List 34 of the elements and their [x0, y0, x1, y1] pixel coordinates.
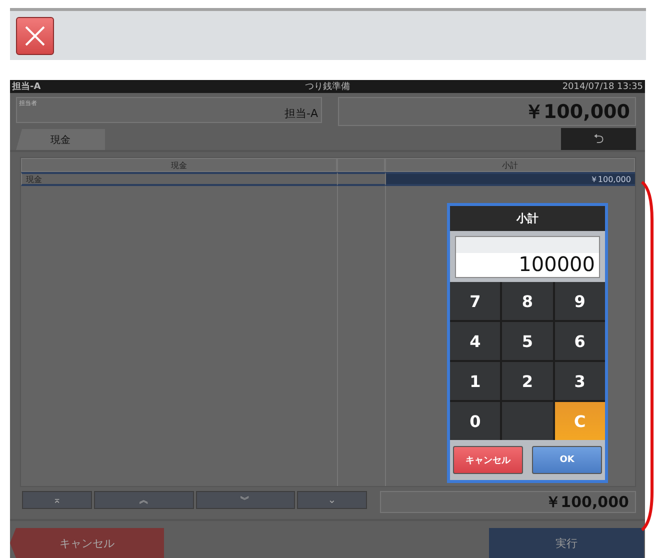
staff-name: 担当-A — [12, 80, 41, 93]
digit-key[interactable]: 4 — [450, 322, 500, 360]
screen-title: つり銭準備 — [305, 80, 350, 93]
cancel-button[interactable]: キャンセル — [453, 446, 523, 474]
table-cell[interactable] — [337, 172, 385, 186]
keypad-display: 100000 — [455, 236, 600, 278]
digit-key[interactable]: 5 — [502, 322, 553, 360]
digit-key[interactable]: 8 — [502, 282, 553, 320]
cancel-button[interactable]: キャンセル — [10, 528, 164, 558]
dialog-title: 小計 — [450, 206, 605, 231]
digit-key[interactable]: 2 — [502, 362, 553, 400]
digit-key[interactable]: 0 — [450, 402, 500, 440]
table-cell[interactable]: ￥100,000 — [385, 172, 635, 186]
footer-total: ￥100,000 — [380, 491, 636, 513]
tab[interactable]: 現金 — [16, 129, 105, 150]
close-button[interactable] — [16, 16, 54, 54]
column-header: 現金 — [21, 158, 337, 172]
field-value: 担当-A — [284, 106, 318, 121]
scroll-button[interactable]: ︽ — [94, 491, 194, 509]
back-button[interactable]: ⮌ — [561, 128, 636, 150]
date-time: 2014/07/18 13:35 — [562, 82, 643, 92]
total-amount: ￥100,000 — [338, 97, 636, 126]
digit-key[interactable]: 3 — [554, 362, 605, 400]
scroll-button[interactable]: ⌄ — [296, 491, 367, 509]
column-header: 小計 — [385, 158, 635, 172]
blank-key — [502, 402, 553, 440]
digit-key[interactable]: 7 — [450, 282, 500, 320]
digit-key[interactable]: 1 — [450, 362, 500, 400]
close-icon — [24, 24, 46, 46]
digit-key[interactable]: 9 — [554, 282, 605, 320]
scroll-button[interactable]: ︾ — [196, 491, 295, 509]
scroll-button[interactable]: ⌅ — [22, 491, 92, 509]
digit-key[interactable]: 6 — [554, 322, 605, 360]
execute-button[interactable]: 実行 — [489, 528, 644, 558]
